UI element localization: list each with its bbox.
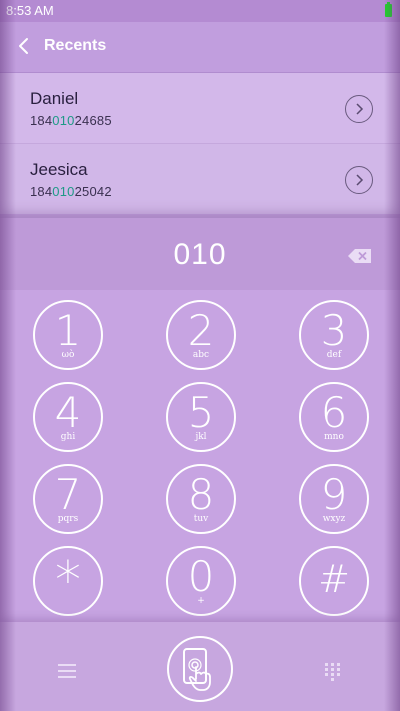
key-digit: 8 [187, 470, 215, 519]
dialed-number[interactable]: 010 [0, 238, 400, 272]
number-suffix: 24685 [74, 113, 112, 128]
key-digit: 0 [187, 552, 215, 601]
call-button[interactable] [167, 636, 233, 702]
recents-list: Daniel 18401024685 Jeesica 18401025042 [0, 72, 400, 218]
recent-contact-row[interactable]: Daniel 18401024685 [0, 72, 400, 143]
key-digit: 3 [320, 306, 348, 355]
key-letters: ghi [60, 432, 76, 442]
contact-number: 18401024685 [30, 113, 112, 128]
recents-header: Recents [0, 22, 400, 72]
key-letters: wxyz [322, 514, 346, 524]
status-time: 8:53 AM [6, 3, 54, 18]
dial-input-bar: 010 [0, 218, 400, 290]
key-8[interactable]: 8 tuv [166, 464, 236, 534]
key-digit: 5 [187, 388, 215, 437]
phone-touch-icon [183, 648, 211, 691]
key-digit: # [318, 557, 350, 601]
number-match-highlight: 010 [52, 184, 75, 199]
key-digit: 7 [54, 470, 82, 519]
battery-icon [385, 2, 392, 17]
chevron-left-icon[interactable] [14, 35, 36, 57]
bottom-action-bar [0, 622, 400, 711]
keypad: 1 ωò 2 abc 3 def 4 ghi 5 jkl 6 mno 7 pqrs 8 tuv … [0, 290, 400, 622]
chevron-right-icon[interactable] [345, 166, 373, 194]
number-suffix: 25042 [74, 184, 112, 199]
key-star[interactable]: * [33, 546, 103, 616]
key-5[interactable]: 5 jkl [166, 382, 236, 452]
backspace-icon[interactable] [348, 249, 372, 263]
dialer-screen: 8:53 AM Recents Daniel 18401024685 Jeesi… [0, 0, 400, 711]
contact-number: 18401025042 [30, 184, 112, 199]
contact-name: Jeesica [30, 160, 88, 179]
status-bar: 8:53 AM [0, 0, 400, 22]
key-letters: ωò [61, 350, 75, 360]
number-prefix: 184 [30, 113, 53, 128]
number-match-highlight: 010 [52, 113, 75, 128]
key-letters: tuv [193, 514, 209, 524]
key-letters: abc [192, 350, 210, 360]
key-6[interactable]: 6 mno [299, 382, 369, 452]
contact-name: Daniel [30, 89, 79, 108]
chevron-right-icon[interactable] [345, 95, 373, 123]
key-7[interactable]: 7 pqrs [33, 464, 103, 534]
key-letters: mno [324, 432, 344, 442]
key-digit: 9 [320, 470, 348, 519]
key-digit: 4 [54, 388, 82, 437]
key-0[interactable]: 0 + [166, 546, 236, 616]
key-3[interactable]: 3 def [299, 300, 369, 370]
page-title: Recents [44, 37, 107, 54]
key-2[interactable]: 2 abc [166, 300, 236, 370]
number-prefix: 184 [30, 184, 53, 199]
key-letters: + [197, 596, 205, 606]
key-letters: pqrs [57, 514, 79, 524]
menu-icon[interactable] [58, 664, 76, 678]
key-letters: def [326, 350, 342, 360]
key-9[interactable]: 9 wxyz [299, 464, 369, 534]
key-hash[interactable]: # [299, 546, 369, 616]
key-digit: 1 [54, 306, 82, 355]
key-digit: 2 [187, 306, 215, 355]
key-1[interactable]: 1 ωò [33, 300, 103, 370]
keypad-grid-icon[interactable] [325, 663, 341, 681]
key-digit: 6 [320, 388, 348, 437]
recent-contact-row[interactable]: Jeesica 18401025042 [0, 143, 400, 214]
key-4[interactable]: 4 ghi [33, 382, 103, 452]
key-letters: jkl [195, 432, 207, 442]
key-digit: * [55, 551, 81, 611]
